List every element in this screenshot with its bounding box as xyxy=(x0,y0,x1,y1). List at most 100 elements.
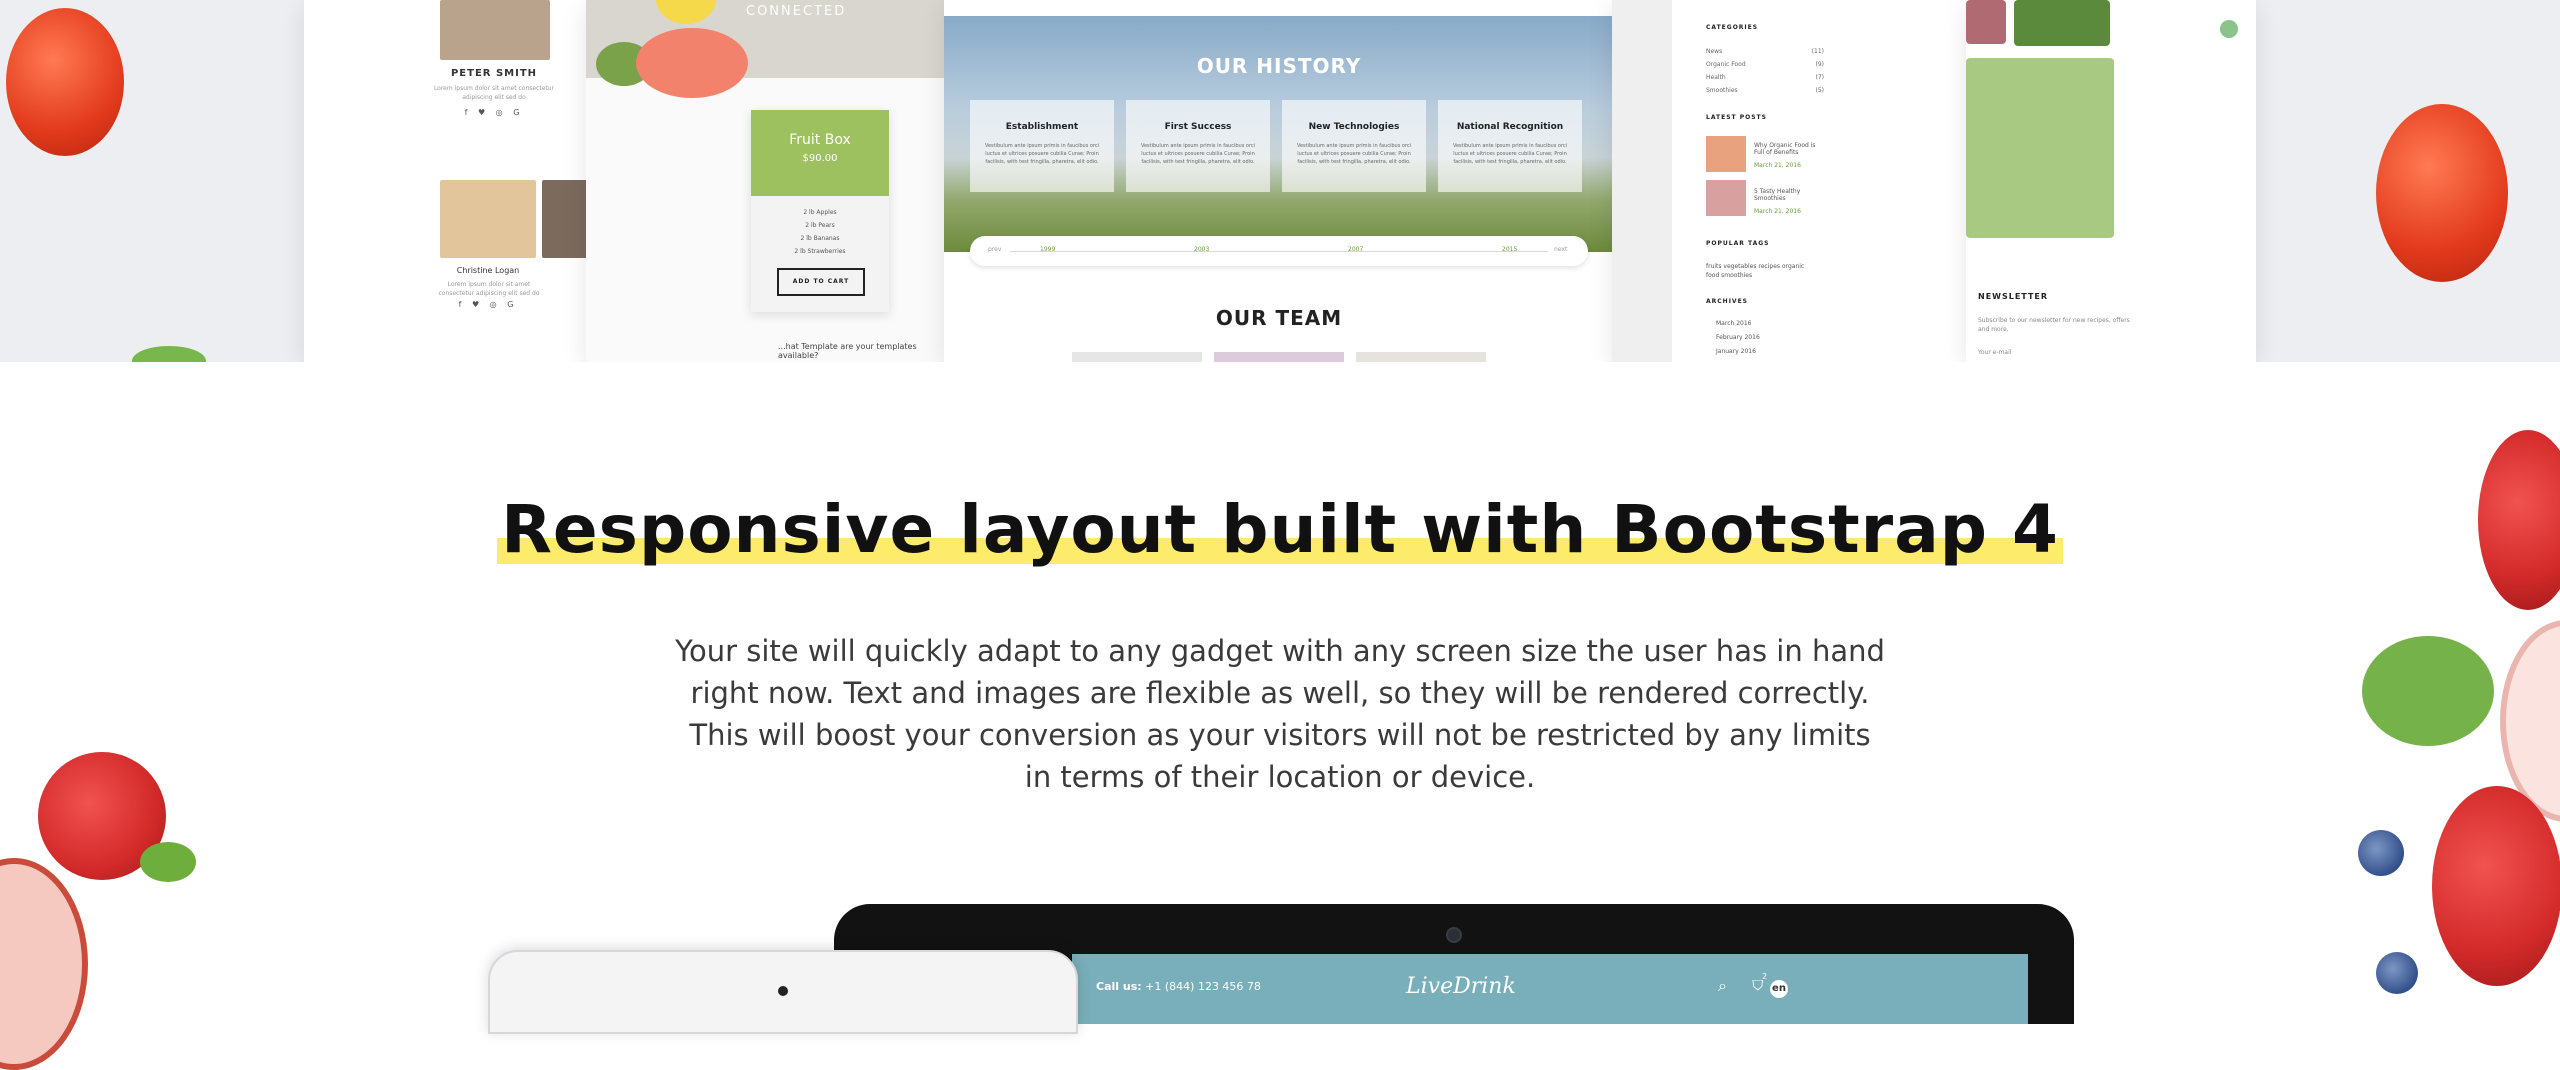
product-title: Fruit Box xyxy=(789,132,851,148)
archive-item[interactable]: February 2016 xyxy=(1716,334,1836,341)
timeline-year[interactable]: 2015 xyxy=(1502,246,1517,253)
category-label: Organic Food xyxy=(1706,61,1746,68)
category-count: (9) xyxy=(1815,61,1825,68)
team-thumbnail xyxy=(1214,352,1344,362)
milestone-card: Establishment Vestibulum ante ipsum prim… xyxy=(970,100,1114,192)
timeline-next[interactable]: next xyxy=(1554,246,1567,253)
description-line: This will boost your conversion as your … xyxy=(689,718,1871,752)
category-label: Health xyxy=(1706,74,1726,81)
category-count: (11) xyxy=(1811,48,1824,55)
mint-leaf-decoration xyxy=(140,842,196,882)
newsletter-heading: NEWSLETTER xyxy=(1978,292,2049,301)
section-headline: Responsive layout built with Bootstrap 4 xyxy=(497,488,2063,572)
category-item[interactable]: Smoothies (5) xyxy=(1706,87,1824,94)
team-member-desc: Lorem ipsum dolor sit amet consectetur a… xyxy=(438,281,540,297)
headline-wrap: Responsive layout built with Bootstrap 4 xyxy=(0,488,2560,572)
feature-item: 2 lb Strawberries xyxy=(794,248,846,255)
site-logo[interactable]: LiveDrink xyxy=(1406,974,1516,999)
milestone-title: First Success xyxy=(1164,122,1232,132)
salad-image xyxy=(1966,58,2114,238)
leaf-decoration xyxy=(132,346,206,362)
device-screen: Call us: +1 (844) 123 456 78 LiveDrink ⌕… xyxy=(1072,954,2028,1024)
post-date: March 21, 2016 xyxy=(1754,162,1801,169)
headline-text: Responsive layout built with Bootstrap 4 xyxy=(501,491,2059,568)
post-title[interactable]: 5 Tasty Healthy Smoothies xyxy=(1754,188,1816,202)
smoothie-image xyxy=(2014,0,2110,46)
camera-icon xyxy=(1446,927,1462,943)
white-tablet-mockup xyxy=(488,950,1078,1034)
archive-item[interactable]: March 2016 xyxy=(1716,320,1836,327)
language-switch[interactable]: en xyxy=(1770,980,1788,998)
add-to-cart-button[interactable]: ADD TO CART xyxy=(777,268,865,296)
post-title[interactable]: Why Organic Food is Full of Benefits xyxy=(1754,142,1816,156)
milestone-title: New Technologies xyxy=(1308,122,1400,132)
grapefruit-decoration xyxy=(636,28,748,98)
newsletter-page-screenshot: NEWSLETTER Subscribe to our newsletter f… xyxy=(1966,0,2256,362)
milestone-card: National Recognition Vestibulum ante ips… xyxy=(1438,100,1582,192)
timeline-prev[interactable]: prev xyxy=(988,246,1001,253)
category-item[interactable]: News (11) xyxy=(1706,48,1824,55)
smoothie-glass-decoration xyxy=(0,858,88,1070)
timeline-line xyxy=(1010,251,1548,252)
team-member-name: PETER SMITH xyxy=(450,68,538,79)
strawberry-decoration xyxy=(2478,430,2560,610)
category-label: Smoothies xyxy=(1706,87,1738,94)
category-item[interactable]: Organic Food (9) xyxy=(1706,61,1824,68)
category-count: (5) xyxy=(1815,87,1825,94)
team-thumbnail xyxy=(1356,352,1486,362)
faq-question[interactable]: ...hat Template are your templates avail… xyxy=(778,342,956,360)
archive-item[interactable]: January 2016 xyxy=(1716,348,1836,355)
timeline-year[interactable]: 2007 xyxy=(1348,246,1363,253)
scroll-dot-icon[interactable] xyxy=(2220,20,2238,38)
blueberry-decoration xyxy=(2358,830,2404,876)
team-title: OUR TEAM xyxy=(1215,306,1343,330)
tomato-decoration xyxy=(2376,104,2508,282)
description-line: right now. Text and images are flexible … xyxy=(690,676,1870,710)
tomato-decoration xyxy=(6,8,124,156)
latest-posts-heading: LATEST POSTS xyxy=(1706,114,1767,121)
strawberry-decoration xyxy=(2432,786,2560,986)
about-page-screenshot: OUR HISTORY Establishment Vestibulum ant… xyxy=(944,0,1614,362)
newsletter-desc: Subscribe to our newsletter for new reci… xyxy=(1978,317,2130,333)
milestone-desc: Vestibulum ante ipsum primis in faucibus… xyxy=(984,143,1100,165)
contact-phone[interactable]: +1 (844) 123 456 78 xyxy=(1145,980,1261,993)
milestone-title: National Recognition xyxy=(1456,122,1564,132)
category-label: News xyxy=(1706,48,1723,55)
mint-leaf-decoration xyxy=(2362,636,2494,746)
category-count: (7) xyxy=(1815,74,1825,81)
header-contact: Call us: +1 (844) 123 456 78 xyxy=(1096,980,1261,993)
email-input[interactable]: Your e-mail xyxy=(1978,348,2138,357)
post-thumbnail[interactable] xyxy=(1706,180,1746,216)
category-item[interactable]: Health (7) xyxy=(1706,74,1824,81)
history-hero: OUR HISTORY Establishment Vestibulum ant… xyxy=(944,16,1614,252)
post-thumbnail[interactable] xyxy=(1706,136,1746,172)
section-description: Your site will quickly adapt to any gadg… xyxy=(660,630,1900,798)
lemon-decoration xyxy=(656,0,716,24)
timeline-year[interactable]: 1999 xyxy=(1040,246,1055,253)
team-member-photo xyxy=(440,0,550,60)
feature-item: 2 lb Bananas xyxy=(800,235,840,242)
banner-label: CONNECTED xyxy=(746,4,847,19)
archives-heading: ARCHIVES xyxy=(1706,298,1748,305)
milestone-card: New Technologies Vestibulum ante ipsum p… xyxy=(1282,100,1426,192)
milestone-title: Establishment xyxy=(1005,122,1079,132)
milestone-desc: Vestibulum ante ipsum primis in faucibus… xyxy=(1140,143,1256,165)
tag-cloud[interactable]: fruits vegetables recipes organic food s… xyxy=(1706,262,1816,280)
pricing-page-screenshot: CONNECTED Fruit Box $90.00 2 lb Apples 2… xyxy=(586,0,956,362)
team-thumbnail xyxy=(1072,352,1202,362)
feature-item: 2 lb Apples xyxy=(803,209,837,216)
social-icons[interactable]: f ♥ ◎ G xyxy=(424,108,564,117)
product-card[interactable]: Fruit Box $90.00 2 lb Apples 2 lb Pears … xyxy=(751,110,889,312)
timeline-year[interactable]: 2003 xyxy=(1194,246,1209,253)
milestone-desc: Vestibulum ante ipsum primis in faucibus… xyxy=(1296,143,1412,165)
categories-heading: CATEGORIES xyxy=(1706,24,1759,31)
milestone-desc: Vestibulum ante ipsum primis in faucibus… xyxy=(1452,143,1568,165)
social-icons[interactable]: f ♥ ◎ G xyxy=(428,300,548,309)
popular-tags-heading: POPULAR TAGS xyxy=(1706,240,1770,247)
smoothie-image xyxy=(1966,0,2006,44)
team-member-photo xyxy=(440,180,536,258)
team-member-desc: Lorem ipsum dolor sit amet consectetur a… xyxy=(433,85,555,101)
blog-content-edge xyxy=(1612,0,1672,362)
feature-item: 2 lb Pears xyxy=(805,222,835,229)
product-price: $90.00 xyxy=(802,153,838,164)
